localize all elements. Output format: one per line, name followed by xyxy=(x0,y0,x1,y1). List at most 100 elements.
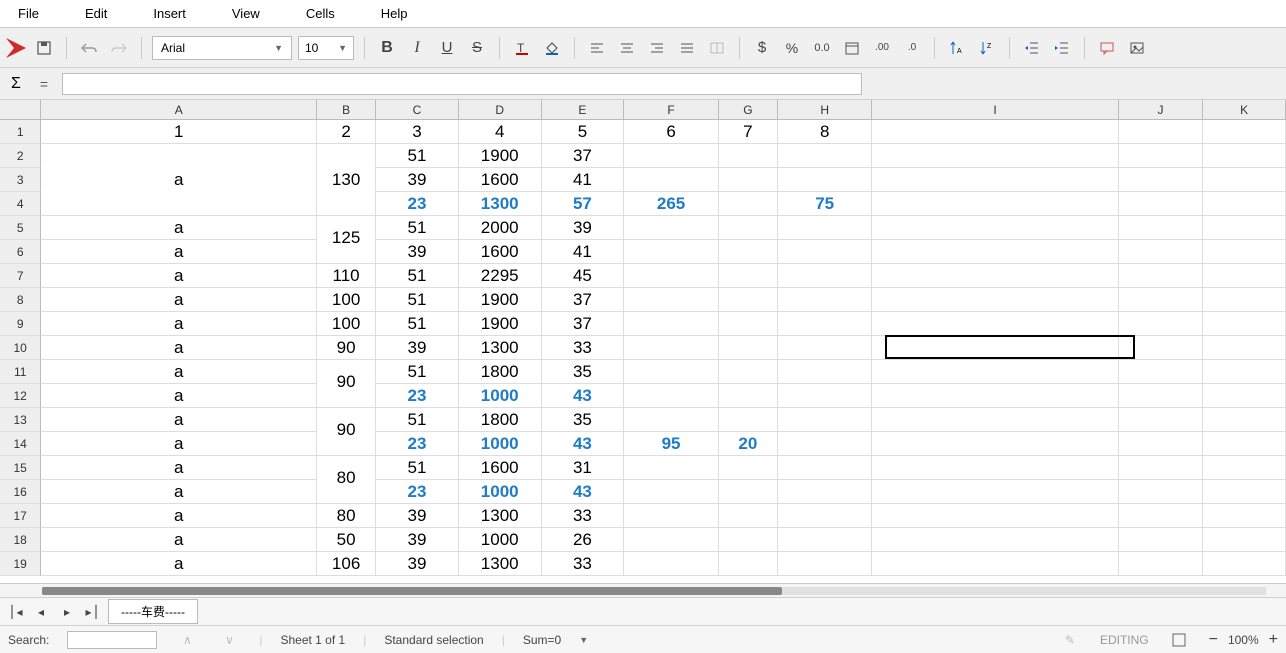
remove-decimal-icon[interactable]: .0 xyxy=(900,36,924,60)
cell-J16[interactable] xyxy=(1119,480,1204,504)
column-header-I[interactable]: I xyxy=(872,100,1118,119)
tab-next-icon[interactable]: ▸ xyxy=(56,602,78,622)
cell-A16[interactable]: a xyxy=(41,480,317,504)
cell-F3[interactable] xyxy=(624,168,719,192)
cell-C17[interactable]: 39 xyxy=(376,504,459,528)
zoom-out-icon[interactable]: − xyxy=(1209,631,1218,649)
column-header-K[interactable]: K xyxy=(1203,100,1286,119)
cell-G15[interactable] xyxy=(719,456,778,480)
cell-C2[interactable]: 51 xyxy=(376,144,459,168)
cell-B2[interactable] xyxy=(317,144,376,168)
cell-E14[interactable]: 43 xyxy=(542,432,625,456)
fill-color-icon[interactable] xyxy=(540,36,564,60)
cell-D1[interactable]: 4 xyxy=(459,120,542,144)
cell-B16[interactable] xyxy=(317,480,376,504)
column-header-F[interactable]: F xyxy=(624,100,719,119)
save-icon[interactable] xyxy=(32,36,56,60)
cell-E8[interactable]: 37 xyxy=(542,288,625,312)
cell-D6[interactable]: 1600 xyxy=(459,240,542,264)
cell-H13[interactable] xyxy=(778,408,873,432)
cell-E17[interactable]: 33 xyxy=(542,504,625,528)
cell-C16[interactable]: 23 xyxy=(376,480,459,504)
cell-I15[interactable] xyxy=(872,456,1118,480)
cell-J3[interactable] xyxy=(1119,168,1204,192)
cell-B5[interactable]: 125 xyxy=(317,216,376,240)
row-header-19[interactable]: 19 xyxy=(0,552,41,576)
cell-H12[interactable] xyxy=(778,384,873,408)
search-input[interactable] xyxy=(67,631,157,649)
fit-view-icon[interactable] xyxy=(1167,628,1191,652)
cell-I9[interactable] xyxy=(872,312,1118,336)
cell-A2[interactable] xyxy=(41,144,317,168)
cell-J19[interactable] xyxy=(1119,552,1204,576)
cell-H6[interactable] xyxy=(778,240,873,264)
tab-prev-icon[interactable]: ◂ xyxy=(30,602,52,622)
cell-F15[interactable] xyxy=(624,456,719,480)
cell-I14[interactable] xyxy=(872,432,1118,456)
cell-A5[interactable]: a xyxy=(41,216,317,240)
cell-J6[interactable] xyxy=(1119,240,1204,264)
bold-icon[interactable]: B xyxy=(375,36,399,60)
scrollbar-thumb[interactable] xyxy=(42,587,782,595)
menu-file[interactable]: File xyxy=(10,2,47,25)
cell-D9[interactable]: 1900 xyxy=(459,312,542,336)
cell-G1[interactable]: 7 xyxy=(719,120,778,144)
cell-D17[interactable]: 1300 xyxy=(459,504,542,528)
undo-icon[interactable] xyxy=(77,36,101,60)
cell-D3[interactable]: 1600 xyxy=(459,168,542,192)
cell-D14[interactable]: 1000 xyxy=(459,432,542,456)
column-header-B[interactable]: B xyxy=(317,100,376,119)
cell-A6[interactable]: a xyxy=(41,240,317,264)
font-size-select[interactable]: 10▼ xyxy=(298,36,354,60)
cell-J7[interactable] xyxy=(1119,264,1204,288)
row-header-8[interactable]: 8 xyxy=(0,288,41,312)
cell-K12[interactable] xyxy=(1203,384,1286,408)
strike-icon[interactable]: S xyxy=(465,36,489,60)
cell-C19[interactable]: 39 xyxy=(376,552,459,576)
cell-J17[interactable] xyxy=(1119,504,1204,528)
sort-asc-icon[interactable]: A xyxy=(945,36,969,60)
cell-C4[interactable]: 23 xyxy=(376,192,459,216)
cell-G10[interactable] xyxy=(719,336,778,360)
sheet-tab[interactable]: -----车费----- xyxy=(108,599,198,624)
cell-D10[interactable]: 1300 xyxy=(459,336,542,360)
chevron-down-icon[interactable]: ▼ xyxy=(579,635,588,645)
cell-C18[interactable]: 39 xyxy=(376,528,459,552)
select-all-corner[interactable] xyxy=(0,100,41,119)
cell-E12[interactable]: 43 xyxy=(542,384,625,408)
cell-D2[interactable]: 1900 xyxy=(459,144,542,168)
cell-J11[interactable] xyxy=(1119,360,1204,384)
cell-F14[interactable]: 95 xyxy=(624,432,719,456)
cell-B1[interactable]: 2 xyxy=(317,120,376,144)
row-header-6[interactable]: 6 xyxy=(0,240,41,264)
cell-B18[interactable]: 50 xyxy=(317,528,376,552)
cell-H18[interactable] xyxy=(778,528,873,552)
cell-D7[interactable]: 2295 xyxy=(459,264,542,288)
cell-B7[interactable]: 110 xyxy=(317,264,376,288)
cell-J13[interactable] xyxy=(1119,408,1204,432)
cell-C7[interactable]: 51 xyxy=(376,264,459,288)
cell-K6[interactable] xyxy=(1203,240,1286,264)
cell-F11[interactable] xyxy=(624,360,719,384)
cell-C9[interactable]: 51 xyxy=(376,312,459,336)
cell-A7[interactable]: a xyxy=(41,264,317,288)
cell-C3[interactable]: 39 xyxy=(376,168,459,192)
cell-D12[interactable]: 1000 xyxy=(459,384,542,408)
cell-I6[interactable] xyxy=(872,240,1118,264)
column-header-H[interactable]: H xyxy=(778,100,873,119)
cell-G18[interactable] xyxy=(719,528,778,552)
redo-icon[interactable] xyxy=(107,36,131,60)
cell-C12[interactable]: 23 xyxy=(376,384,459,408)
cell-I19[interactable] xyxy=(872,552,1118,576)
horizontal-scrollbar[interactable] xyxy=(0,583,1286,597)
cell-H2[interactable] xyxy=(778,144,873,168)
cell-G6[interactable] xyxy=(719,240,778,264)
cell-C14[interactable]: 23 xyxy=(376,432,459,456)
cell-B10[interactable]: 90 xyxy=(317,336,376,360)
cell-D15[interactable]: 1600 xyxy=(459,456,542,480)
column-header-D[interactable]: D xyxy=(459,100,542,119)
cell-G17[interactable] xyxy=(719,504,778,528)
cell-A3[interactable]: a xyxy=(41,168,317,192)
cell-A14[interactable]: a xyxy=(41,432,317,456)
cell-E2[interactable]: 37 xyxy=(542,144,625,168)
